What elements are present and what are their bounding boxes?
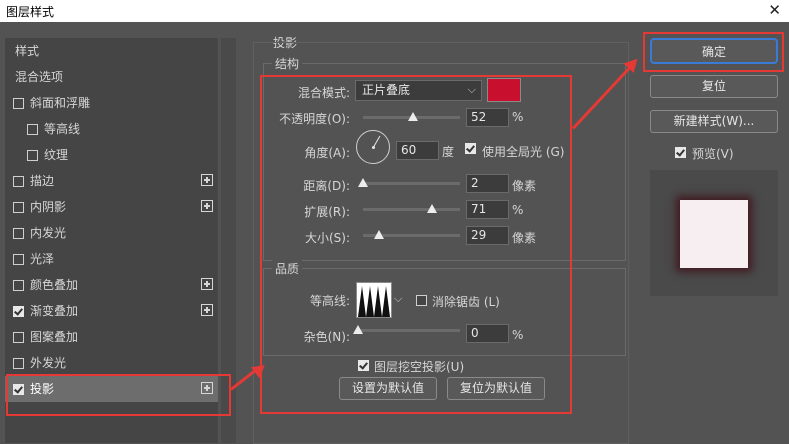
style-checkbox[interactable] xyxy=(13,202,24,213)
style-checkbox[interactable] xyxy=(13,98,24,109)
title-bar: 图层样式 ✕ xyxy=(0,0,789,22)
dialog-body: 样式混合选项斜面和浮雕等高线纹理描边内阴影内发光光泽颜色叠加渐变叠加图案叠加外发… xyxy=(0,22,789,444)
style-list-label: 光泽 xyxy=(30,252,55,266)
add-effect-icon[interactable] xyxy=(201,174,213,186)
style-list-item[interactable]: 等高线 xyxy=(5,116,218,142)
style-list-label: 纹理 xyxy=(44,148,69,162)
add-effect-icon[interactable] xyxy=(201,304,213,316)
style-list-label: 颜色叠加 xyxy=(30,278,79,292)
style-list-item[interactable]: 内阴影 xyxy=(5,194,218,220)
close-icon[interactable]: ✕ xyxy=(768,1,781,19)
style-list-label: 渐变叠加 xyxy=(30,304,79,318)
style-list-label: 图案叠加 xyxy=(30,330,79,344)
style-list-label: 样式 xyxy=(15,44,40,58)
style-list-item[interactable]: 斜面和浮雕 xyxy=(5,90,218,116)
highlight-settings-panel xyxy=(260,75,572,414)
style-preview-area xyxy=(650,170,778,296)
style-list-item[interactable]: 光泽 xyxy=(5,246,218,272)
new-style-button[interactable]: 新建样式(W)... xyxy=(650,110,778,133)
style-list-label: 描边 xyxy=(30,174,55,188)
style-list-item[interactable]: 内发光 xyxy=(5,220,218,246)
style-checkbox[interactable] xyxy=(13,358,24,369)
style-list-label: 外发光 xyxy=(30,356,67,370)
style-checkbox[interactable] xyxy=(13,306,24,317)
style-list-item[interactable]: 外发光 xyxy=(5,350,218,376)
style-checkbox[interactable] xyxy=(13,280,24,291)
preview-checkbox[interactable] xyxy=(675,147,686,158)
style-checkbox[interactable] xyxy=(27,150,38,161)
style-checkbox[interactable] xyxy=(13,254,24,265)
style-list-item[interactable]: 纹理 xyxy=(5,142,218,168)
preview-label: 预览(V) xyxy=(692,147,734,161)
highlight-drop-shadow-item xyxy=(6,374,231,416)
add-effect-icon[interactable] xyxy=(201,200,213,212)
style-list-label: 等高线 xyxy=(44,122,81,136)
style-list-item[interactable]: 图案叠加 xyxy=(5,324,218,350)
window-title: 图层样式 xyxy=(6,5,55,19)
style-list-label: 混合选项 xyxy=(15,70,64,84)
style-list-item[interactable]: 描边 xyxy=(5,168,218,194)
style-list-item[interactable]: 颜色叠加 xyxy=(5,272,218,298)
style-list-label: 内发光 xyxy=(30,226,67,240)
style-list-label: 斜面和浮雕 xyxy=(30,96,91,110)
style-list-item[interactable]: 渐变叠加 xyxy=(5,298,218,324)
style-list-item[interactable]: 样式 xyxy=(5,38,218,64)
highlight-ok-button xyxy=(643,32,784,72)
reset-button[interactable]: 复位 xyxy=(650,75,778,98)
style-list-item[interactable]: 混合选项 xyxy=(5,64,218,90)
style-list-label: 内阴影 xyxy=(30,200,67,214)
style-checkbox[interactable] xyxy=(13,228,24,239)
style-checkbox[interactable] xyxy=(27,124,38,135)
style-checkbox[interactable] xyxy=(13,176,24,187)
structure-title: 结构 xyxy=(272,55,303,72)
style-preview-swatch xyxy=(680,200,748,268)
style-checkbox[interactable] xyxy=(13,332,24,343)
add-effect-icon[interactable] xyxy=(201,278,213,290)
